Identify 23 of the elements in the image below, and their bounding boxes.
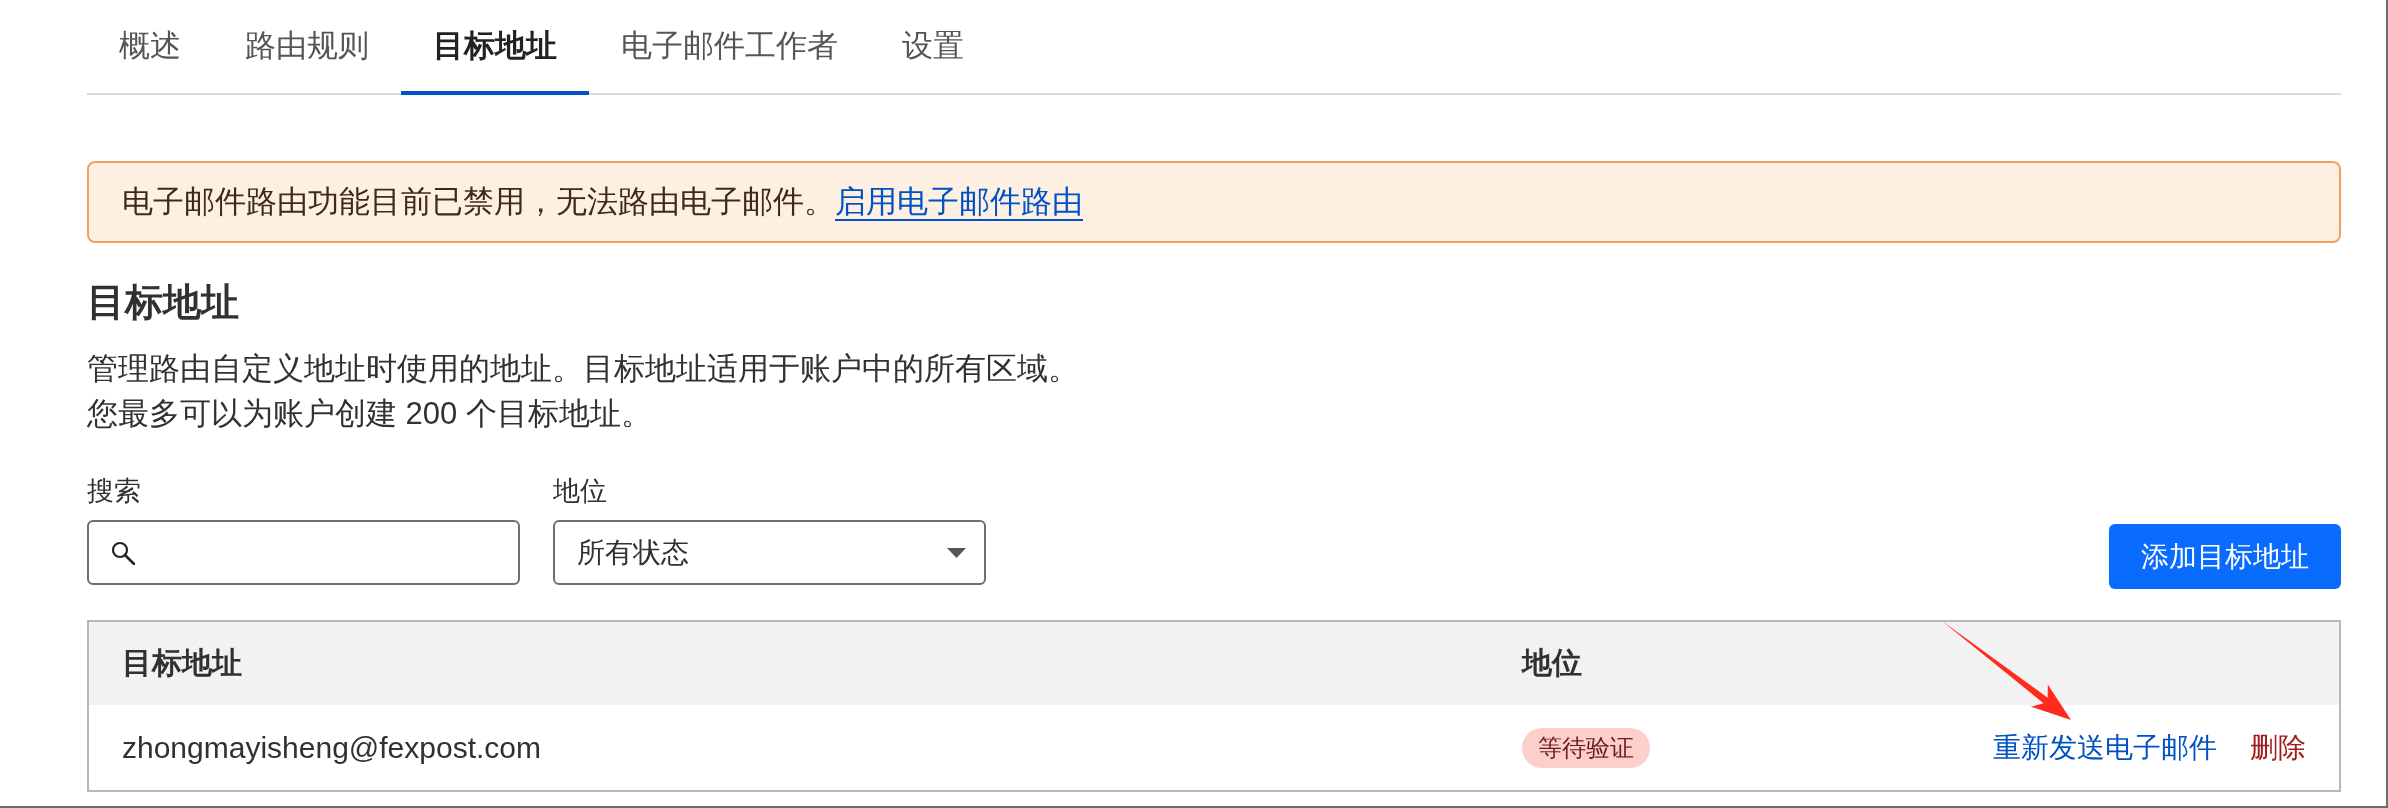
section-title: 目标地址 xyxy=(87,280,240,325)
tab[interactable]: 概述 xyxy=(87,0,213,95)
search-field[interactable] xyxy=(87,520,520,585)
section-description: 您最多可以为账户创建 200 个目标地址。 xyxy=(87,395,653,433)
status-label: 地位 xyxy=(553,475,608,508)
tab[interactable]: 目标地址 xyxy=(401,0,589,95)
table-cell: zhongmayisheng@fexpost.com xyxy=(122,730,541,765)
add-address-button[interactable]: 添加目标地址 xyxy=(2109,524,2341,589)
resend-email-link[interactable]: 重新发送电子邮件 xyxy=(1993,728,2217,767)
column-header: 目标地址 xyxy=(122,645,242,681)
tab[interactable]: 路由规则 xyxy=(213,0,401,95)
search-label: 搜索 xyxy=(87,475,142,508)
status-badge: 等待验证 xyxy=(1522,727,1650,768)
tab[interactable]: 设置 xyxy=(870,0,996,95)
section-description: 管理路由自定义地址时使用的地址。目标地址适用于账户中的所有区域。 xyxy=(87,350,1080,388)
status-select[interactable]: 所有状态 xyxy=(553,520,986,585)
delete-link[interactable]: 删除 xyxy=(2250,728,2306,767)
alert-message: 电子邮件路由功能目前已禁用，无法路由电子邮件。 xyxy=(122,183,835,221)
caret-icon xyxy=(947,547,966,558)
search-icon xyxy=(111,540,135,565)
enable-routing-link[interactable]: 启用电子邮件路由 xyxy=(835,181,1083,223)
column-header: 地位 xyxy=(1522,645,1582,681)
tab[interactable]: 电子邮件工作者 xyxy=(589,0,870,95)
